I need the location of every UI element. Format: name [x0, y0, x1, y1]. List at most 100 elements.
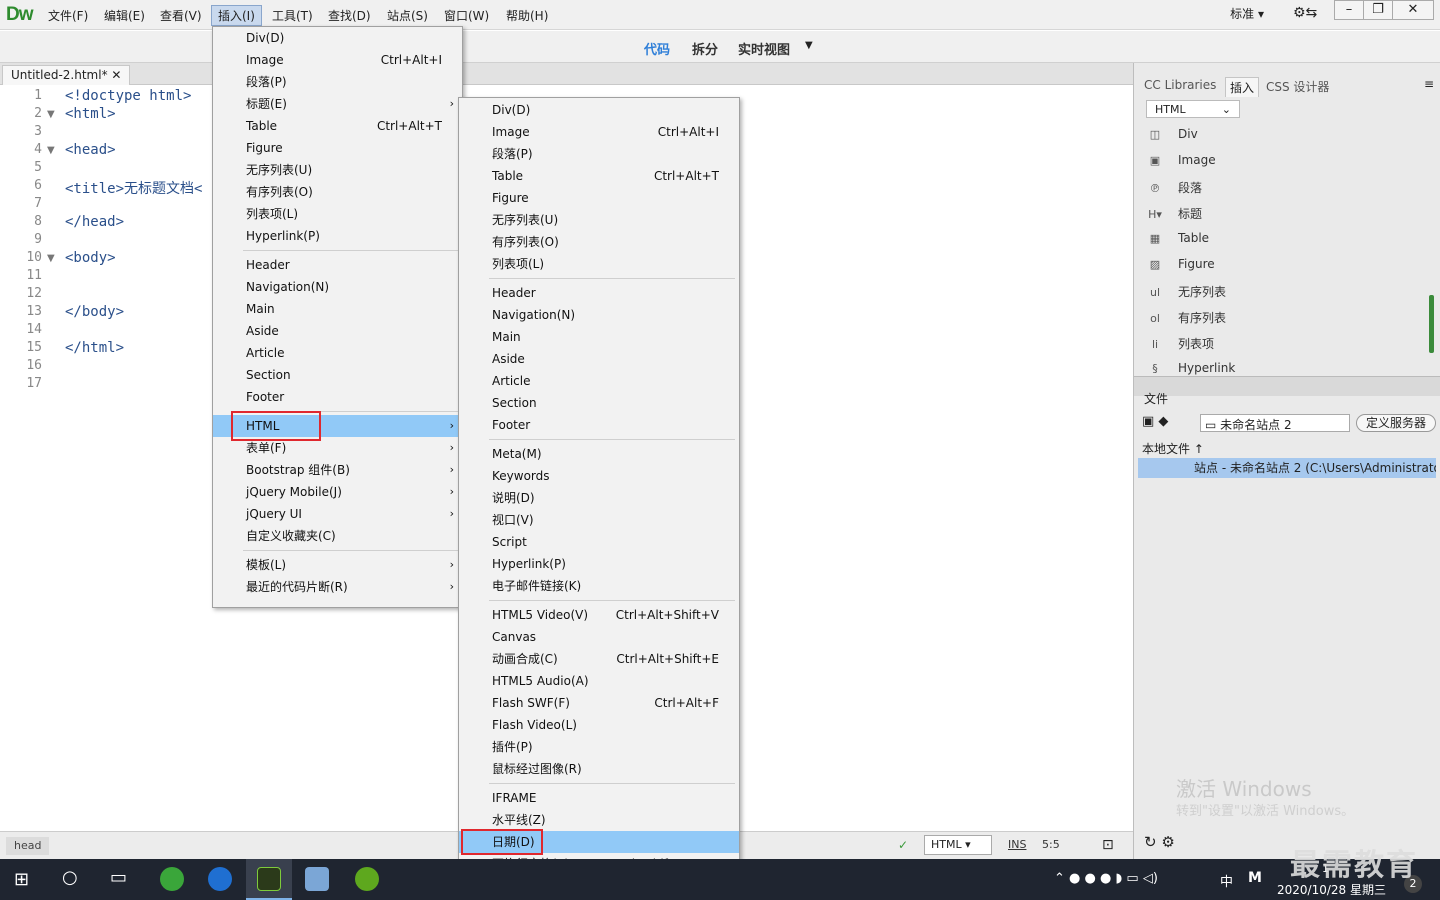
menu-item[interactable]: Table Ctrl+Alt+T	[213, 115, 462, 137]
menu-item[interactable]: 有序列表(O)	[213, 181, 462, 203]
menu-file[interactable]: 文件(F)	[42, 6, 94, 25]
site-select[interactable]: ▭ 未命名站点 2	[1200, 414, 1350, 432]
insert-item[interactable]: ▦ Table	[1146, 231, 1209, 245]
menu-item[interactable]: 视口(V)	[459, 509, 739, 531]
menu-item[interactable]: Flash SWF(F) Ctrl+Alt+F	[459, 692, 739, 714]
code-line[interactable]: <title>无标题文档<	[65, 178, 202, 198]
menu-item[interactable]: Main	[459, 326, 739, 348]
green-app-icon[interactable]	[355, 867, 379, 891]
menu-item[interactable]: 无序列表(U)	[459, 209, 739, 231]
menu-item[interactable]: Canvas	[459, 626, 739, 648]
files-tab[interactable]: 文件	[1144, 390, 1168, 407]
insert-item[interactable]: li 列表项	[1146, 335, 1214, 352]
preview-icon[interactable]: ⊡	[1102, 837, 1114, 853]
task-view-icon[interactable]: ▭	[110, 867, 127, 888]
menu-site[interactable]: 站点(S)	[381, 6, 434, 25]
live-view-button[interactable]: 实时视图	[738, 39, 790, 58]
menu-item[interactable]: 水平线(Z)	[459, 809, 739, 831]
m-icon[interactable]: M	[1248, 870, 1262, 886]
tag-selector[interactable]: head	[6, 837, 50, 855]
menu-window[interactable]: 窗口(W)	[438, 6, 495, 25]
define-server-button[interactable]: 定义服务器	[1356, 414, 1436, 432]
local-files-header[interactable]: 本地文件 ↑	[1142, 440, 1204, 457]
menu-item[interactable]: 动画合成(C) Ctrl+Alt+Shift+E	[459, 648, 739, 670]
code-line[interactable]: </body>	[65, 304, 124, 320]
menu-item[interactable]: 标题(E) ›	[213, 93, 462, 115]
menu-item[interactable]: Header	[459, 282, 739, 304]
ins-mode[interactable]: INS	[1008, 838, 1026, 851]
maximize-button[interactable]: ❐	[1363, 0, 1393, 20]
code-line[interactable]: <head>	[65, 142, 116, 158]
menu-item[interactable]: Aside	[213, 320, 462, 342]
menu-item[interactable]: Article	[459, 370, 739, 392]
menu-item[interactable]: Bootstrap 组件(B) ›	[213, 459, 462, 481]
tray-icons[interactable]: ⌃ ● ● ● ◗ ▭ ◁)	[1054, 871, 1158, 886]
code-view-button[interactable]: 代码	[644, 39, 670, 58]
menu-item[interactable]: 鼠标经过图像(R)	[459, 758, 739, 780]
menu-item[interactable]: 列表项(L)	[459, 253, 739, 275]
menu-item[interactable]: 最近的代码片断(R) ›	[213, 576, 462, 598]
menu-item[interactable]: Table Ctrl+Alt+T	[459, 165, 739, 187]
menu-item[interactable]: Figure	[459, 187, 739, 209]
gear-icon[interactable]: ⚙⇆	[1293, 5, 1317, 21]
menu-item[interactable]: Flash Video(L)	[459, 714, 739, 736]
menu-item[interactable]: 段落(P)	[459, 143, 739, 165]
insert-category-select[interactable]: HTML ⌄	[1146, 100, 1240, 118]
insert-item[interactable]: ℗ 段落	[1146, 179, 1203, 196]
insert-item[interactable]: H▾ 标题	[1146, 205, 1202, 222]
menu-item[interactable]: 插件(P)	[459, 736, 739, 758]
insert-item[interactable]: ▣ Image	[1146, 153, 1216, 167]
menu-item[interactable]: Image Ctrl+Alt+I	[459, 121, 739, 143]
menu-item[interactable]: Hyperlink(P)	[459, 553, 739, 575]
menu-item[interactable]: 无序列表(U)	[213, 159, 462, 181]
menu-item[interactable]: HTML5 Video(V) Ctrl+Alt+Shift+V	[459, 604, 739, 626]
search-icon[interactable]: ○	[62, 867, 78, 888]
menu-item[interactable]: 有序列表(O)	[459, 231, 739, 253]
menu-item[interactable]: Article	[213, 342, 462, 364]
menu-item[interactable]: Div(D)	[459, 99, 739, 121]
panel-menu-icon[interactable]: ≡	[1424, 77, 1434, 91]
insert-item[interactable]: ol 有序列表	[1146, 309, 1226, 326]
menu-find[interactable]: 查找(D)	[322, 6, 377, 25]
scrollbar-thumb[interactable]	[1429, 295, 1434, 353]
code-line[interactable]: <!doctype html>	[65, 88, 191, 104]
menu-item[interactable]: 表单(F) ›	[213, 437, 462, 459]
wps-icon[interactable]	[208, 867, 232, 891]
menu-item[interactable]: IFRAME	[459, 787, 739, 809]
menu-item[interactable]: Keywords	[459, 465, 739, 487]
connect-icon[interactable]: ▣ ◆	[1142, 414, 1168, 429]
menu-item[interactable]: 说明(D)	[459, 487, 739, 509]
fold-icon[interactable]: ▼	[47, 109, 55, 120]
menu-item[interactable]: HTML5 Audio(A)	[459, 670, 739, 692]
insert-item[interactable]: ▨ Figure	[1146, 257, 1215, 271]
ime-indicator[interactable]: 中	[1220, 871, 1233, 890]
menu-help[interactable]: 帮助(H)	[500, 6, 554, 25]
menu-item[interactable]: Script	[459, 531, 739, 553]
app-icon[interactable]	[305, 867, 329, 891]
menu-item[interactable]: jQuery Mobile(J) ›	[213, 481, 462, 503]
menu-item[interactable]: Aside	[459, 348, 739, 370]
menu-item[interactable]: Figure	[213, 137, 462, 159]
menu-item[interactable]: Div(D)	[213, 27, 462, 49]
close-button[interactable]: ✕	[1392, 0, 1434, 20]
code-line[interactable]: <body>	[65, 250, 116, 266]
code-line[interactable]: <html>	[65, 106, 116, 122]
windows-start-icon[interactable]: ⊞	[14, 869, 29, 890]
chevron-down-icon[interactable]: ▼	[805, 40, 813, 51]
menu-item[interactable]: jQuery UI ›	[213, 503, 462, 525]
menu-item[interactable]: 电子邮件链接(K)	[459, 575, 739, 597]
code-line[interactable]: </html>	[65, 340, 124, 356]
workspace-switcher[interactable]: 标准 ▾	[1230, 5, 1264, 22]
tab-css-designer[interactable]: CSS 设计器	[1262, 77, 1333, 96]
menu-item[interactable]: Main	[213, 298, 462, 320]
menu-item[interactable]: Image Ctrl+Alt+I	[213, 49, 462, 71]
menu-item[interactable]: Meta(M)	[459, 443, 739, 465]
menu-item[interactable]: 模板(L) ›	[213, 554, 462, 576]
menu-edit[interactable]: 编辑(E)	[98, 6, 151, 25]
menu-item[interactable]: Footer	[459, 414, 739, 436]
site-root-row[interactable]: 站点 - 未命名站点 2 (C:\Users\Administrator\...	[1138, 458, 1436, 478]
fold-icon[interactable]: ▼	[47, 253, 55, 264]
insert-item[interactable]: ul 无序列表	[1146, 283, 1226, 300]
menu-item[interactable]: Section	[213, 364, 462, 386]
menu-item[interactable]: Section	[459, 392, 739, 414]
